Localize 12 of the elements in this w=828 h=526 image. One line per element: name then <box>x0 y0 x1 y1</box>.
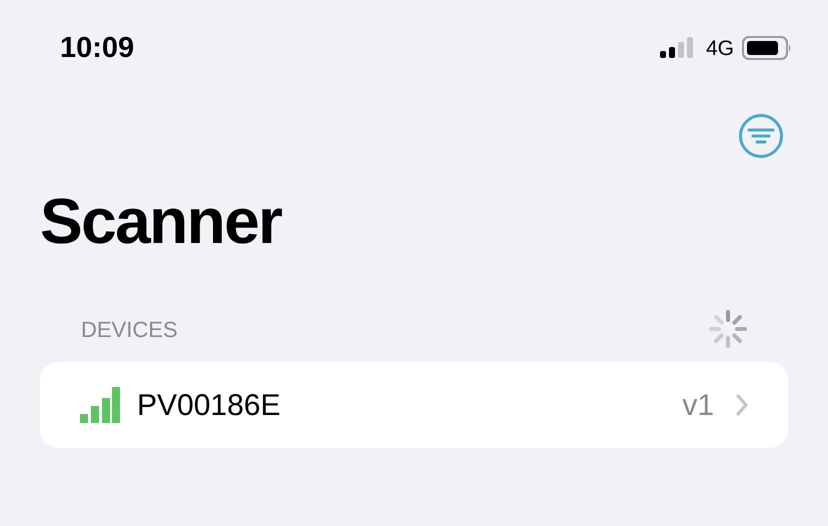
chevron-right-icon <box>736 394 748 416</box>
battery-icon <box>742 36 792 60</box>
device-row[interactable]: PV00186E v1 <box>40 362 788 448</box>
network-type: 4G <box>706 38 734 58</box>
filter-icon <box>738 113 784 159</box>
section-header: DEVICES <box>81 316 178 344</box>
device-version: v1 <box>682 388 714 424</box>
page-title: Scanner <box>40 189 283 253</box>
filter-button[interactable] <box>738 113 784 159</box>
device-name: PV00186E <box>137 388 280 424</box>
signal-strength-icon <box>80 387 120 423</box>
clock-time: 10:09 <box>60 34 134 62</box>
